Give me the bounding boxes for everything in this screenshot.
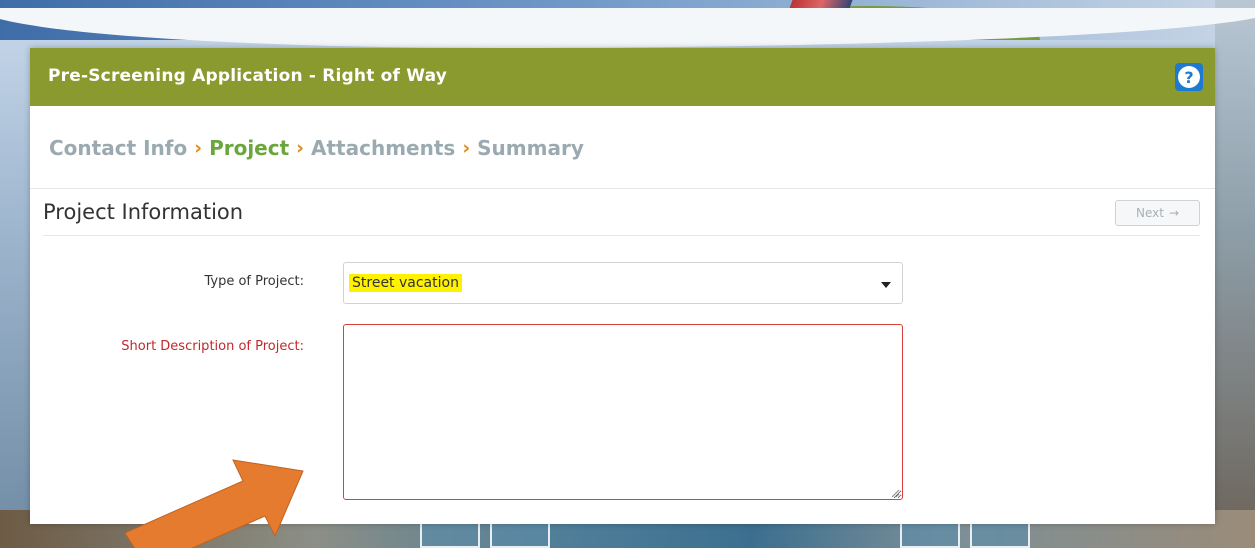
background-window (490, 520, 550, 548)
short-description-label: Short Description of Project: (121, 339, 304, 354)
divider (43, 235, 1200, 236)
caret-down-icon (881, 282, 891, 288)
background-swoosh (0, 8, 1255, 48)
short-description-textarea[interactable] (343, 324, 903, 500)
background-window (900, 520, 960, 548)
type-of-project-label: Type of Project: (204, 274, 304, 289)
background-window (970, 520, 1030, 548)
question-circle-icon: ? (1178, 66, 1200, 88)
step-project[interactable]: Project (209, 136, 289, 160)
chevron-right-icon: › (194, 137, 203, 159)
background-window (420, 520, 480, 548)
type-of-project-value: Street vacation (349, 274, 462, 292)
step-summary[interactable]: Summary (477, 136, 584, 160)
section-title: Project Information (43, 200, 244, 224)
help-button[interactable]: ? (1175, 63, 1203, 91)
divider (30, 188, 1215, 189)
chevron-right-icon: › (296, 137, 305, 159)
type-of-project-select[interactable]: Street vacation (343, 262, 903, 304)
next-button-label: Next (1135, 206, 1164, 220)
step-contact-info[interactable]: Contact Info (49, 136, 187, 160)
step-attachments[interactable]: Attachments (311, 136, 455, 160)
wizard-steps: Contact Info › Project › Attachments › S… (49, 136, 584, 160)
resize-grip-icon[interactable] (890, 488, 900, 498)
page-title: Pre-Screening Application - Right of Way (48, 66, 448, 86)
screen: Pre-Screening Application - Right of Way… (0, 0, 1255, 548)
annotation-arrow-icon (125, 459, 304, 548)
background-building-edge (1215, 0, 1255, 548)
chevron-right-icon: › (462, 137, 471, 159)
panel-header: Pre-Screening Application - Right of Way… (30, 48, 1215, 106)
next-button[interactable]: Next → (1115, 200, 1200, 226)
arrow-right-icon: → (1168, 206, 1180, 220)
application-panel: Pre-Screening Application - Right of Way… (30, 48, 1215, 548)
